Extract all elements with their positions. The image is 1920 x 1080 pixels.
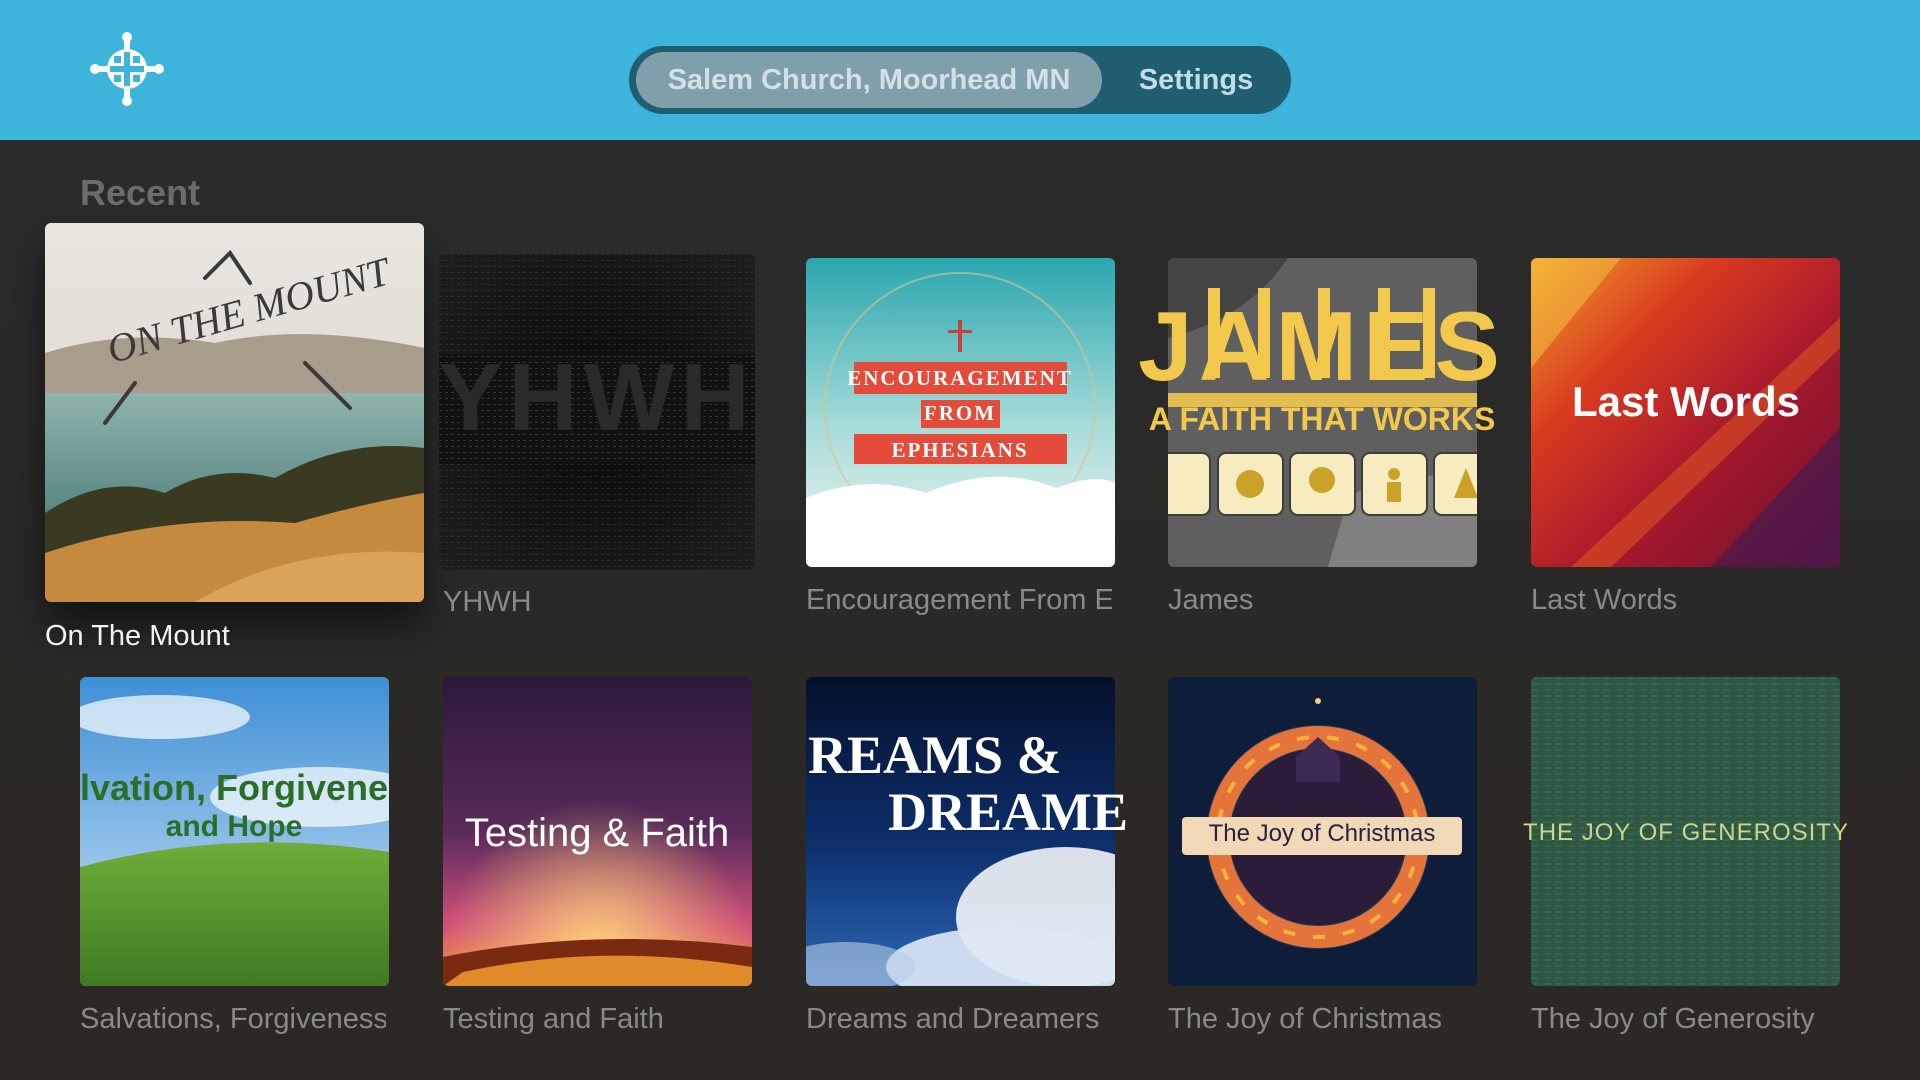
top-bar: Salem Church, Moorhead MN Settings — [0, 0, 1920, 140]
series-tile-yhwh[interactable] — [439, 254, 755, 570]
series-title: On The Mount — [45, 620, 230, 652]
series-tile-joy-of-christmas[interactable] — [1168, 677, 1477, 986]
series-artwork — [80, 677, 389, 986]
series-artwork — [1168, 258, 1477, 567]
series-title: YHWH — [443, 586, 532, 618]
series-artwork — [806, 258, 1115, 567]
series-title: Last Words — [1531, 584, 1678, 616]
series-tile-on-the-mount[interactable] — [45, 223, 424, 602]
tab-settings[interactable]: Settings — [1107, 52, 1285, 108]
series-title: Encouragement From Ephesians — [806, 584, 1112, 616]
series-title: James — [1168, 584, 1254, 616]
series-tile-testing-and-faith[interactable] — [443, 677, 752, 986]
series-title: Salvations, Forgiveness and Hope — [80, 1003, 386, 1035]
section-title: Recent — [80, 172, 201, 213]
series-artwork — [806, 677, 1115, 986]
series-tile-salvations-forgiveness[interactable] — [80, 677, 389, 986]
series-title: Dreams and Dreamers — [806, 1003, 1100, 1035]
series-artwork — [443, 677, 752, 986]
series-tile-joy-of-generosity[interactable] — [1531, 677, 1840, 986]
series-title: The Joy of Generosity — [1531, 1003, 1815, 1035]
series-artwork — [1168, 677, 1477, 986]
tab-switcher: Salem Church, Moorhead MN Settings — [629, 46, 1291, 114]
tab-church[interactable]: Salem Church, Moorhead MN — [636, 52, 1102, 108]
series-artwork — [1531, 258, 1840, 567]
series-tile-dreams-and-dreamers[interactable] — [806, 677, 1115, 986]
series-title: The Joy of Christmas — [1168, 1003, 1442, 1035]
series-artwork — [1531, 677, 1840, 986]
church-cross-logo-icon — [90, 32, 164, 106]
series-artwork — [45, 223, 424, 602]
series-tile-last-words[interactable] — [1531, 258, 1840, 567]
series-tile-encouragement-from-ephesians[interactable] — [806, 258, 1115, 567]
series-artwork — [439, 254, 755, 570]
series-title: Testing and Faith — [443, 1003, 664, 1035]
series-tile-james[interactable] — [1168, 258, 1477, 567]
